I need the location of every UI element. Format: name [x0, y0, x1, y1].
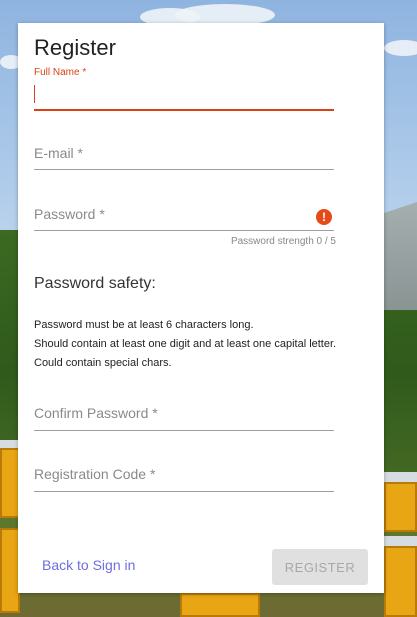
confirm-password-field[interactable]: Confirm Password * [34, 401, 334, 431]
beehive [180, 593, 260, 617]
password-safety-title: Password safety: [34, 275, 156, 292]
registration-code-field[interactable]: Registration Code * [34, 462, 334, 492]
hive-roof [384, 536, 417, 546]
text-caret [34, 85, 35, 103]
email-field[interactable]: E-mail * [34, 141, 334, 171]
email-label: E-mail * [34, 145, 84, 161]
beehive [0, 448, 20, 518]
password-label: Password * [34, 206, 105, 222]
confirm-password-label: Confirm Password * [34, 405, 158, 421]
beehive [384, 482, 417, 532]
password-underline [34, 230, 334, 231]
password-rule: Should contain at least one digit and at… [34, 338, 337, 350]
email-underline [34, 169, 334, 170]
register-button[interactable]: REGISTER [272, 549, 368, 585]
registration-code-underline [34, 491, 334, 492]
register-card: Register Full Name * E-mail * Password *… [18, 23, 384, 593]
beehive [0, 528, 20, 613]
password-strength-text: Password strength 0 / 5 [230, 236, 336, 247]
cloud [384, 40, 417, 56]
password-field[interactable]: Password * ! [34, 202, 334, 232]
confirm-password-underline [34, 430, 334, 431]
back-to-sign-in-link[interactable]: Back to Sign in [42, 557, 135, 573]
password-rule: Could contain special chars. [34, 357, 172, 369]
page-title: Register [34, 35, 116, 60]
beehive [384, 546, 417, 617]
registration-code-label: Registration Code * [34, 466, 156, 482]
full-name-label: Full Name * [34, 67, 87, 78]
password-rule: Password must be at least 6 characters l… [34, 319, 254, 331]
hive-roof [0, 440, 20, 448]
full-name-underline [34, 109, 334, 111]
full-name-field[interactable]: Full Name * [34, 67, 334, 111]
hive-roof [384, 472, 417, 482]
password-rules: Password must be at least 6 characters l… [34, 316, 336, 373]
error-icon: ! [316, 209, 332, 225]
